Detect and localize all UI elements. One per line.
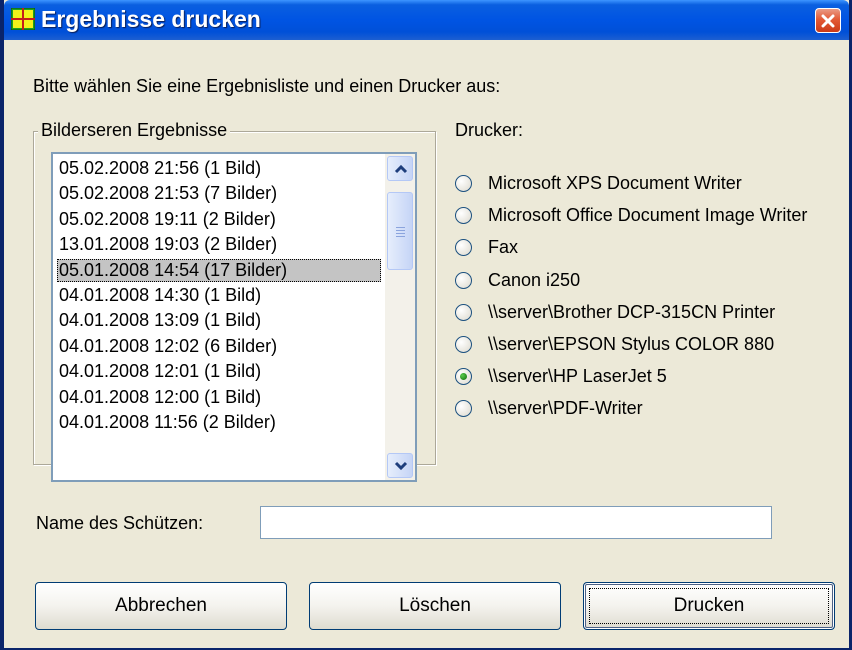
chevron-down-icon <box>394 461 408 471</box>
app-icon <box>11 8 35 30</box>
printer-option-label: \\server\HP LaserJet 5 <box>488 366 667 387</box>
printer-option[interactable]: Microsoft Office Document Image Writer <box>455 204 849 230</box>
radio-button[interactable] <box>455 303 472 321</box>
printer-option[interactable]: \\server\HP LaserJet 5 <box>455 365 849 391</box>
scroll-up-button[interactable] <box>387 156 413 181</box>
close-icon <box>821 14 835 28</box>
results-list-item[interactable]: 05.02.2008 19:11 (2 Bilder) <box>57 208 381 231</box>
printer-option-label: Canon i250 <box>488 269 581 290</box>
title-bar[interactable]: Ergebnisse drucken <box>4 0 849 40</box>
cancel-button[interactable]: Abbrechen <box>35 582 287 630</box>
printer-option[interactable]: \\server\PDF-Writer <box>455 397 849 423</box>
focus-rectangle <box>589 588 829 624</box>
chevron-up-icon <box>394 164 408 174</box>
radio-button[interactable] <box>455 368 472 386</box>
results-list-item[interactable]: 05.02.2008 21:56 (1 Bild) <box>57 157 381 180</box>
scroll-down-button[interactable] <box>387 453 413 478</box>
results-list-item[interactable]: 04.01.2008 12:00 (1 Bild) <box>57 386 381 409</box>
printer-option[interactable]: Microsoft XPS Document Writer <box>455 172 849 198</box>
delete-button[interactable]: Löschen <box>309 582 561 630</box>
shooter-name-input[interactable] <box>260 506 772 539</box>
radio-button[interactable] <box>455 271 472 289</box>
results-list-item[interactable]: 05.02.2008 21:53 (7 Bilder) <box>57 182 381 205</box>
close-button[interactable] <box>815 8 841 33</box>
printer-option[interactable]: \\server\EPSON Stylus COLOR 880 <box>455 333 849 359</box>
dialog-content: Bitte wählen Sie eine Ergebnisliste und … <box>4 40 849 648</box>
printer-option-label: \\server\PDF-Writer <box>488 398 643 419</box>
printer-label: Drucker: <box>455 120 524 140</box>
radio-button[interactable] <box>455 400 472 418</box>
printer-option-label: Microsoft XPS Document Writer <box>488 173 742 193</box>
radio-selected-dot <box>460 373 467 381</box>
radio-button[interactable] <box>455 207 472 225</box>
radio-button[interactable] <box>455 175 472 192</box>
printer-option[interactable]: \\server\Brother DCP-315CN Printer <box>455 301 849 327</box>
print-button[interactable]: Drucken <box>583 582 835 630</box>
printer-option-label: \\server\Brother DCP-315CN Printer <box>488 301 776 322</box>
results-list-item[interactable]: 13.01.2008 19:03 (2 Bilder) <box>57 233 381 256</box>
results-list-item[interactable]: 04.01.2008 14:30 (1 Bild) <box>57 284 381 307</box>
printer-option-label: Fax <box>488 237 519 258</box>
results-group-legend: Bilderseren Ergebnisse <box>38 120 231 141</box>
radio-button[interactable] <box>455 336 472 353</box>
dialog-window: Ergebnisse drucken Bitte wählen Sie eine… <box>0 0 852 650</box>
printer-option[interactable]: Canon i250 <box>455 269 849 295</box>
results-scrollbar[interactable] <box>385 154 415 480</box>
printer-option-label: \\server\EPSON Stylus COLOR 880 <box>488 334 775 354</box>
results-list-item[interactable]: 04.01.2008 12:02 (6 Bilder) <box>57 335 381 358</box>
window-title: Ergebnisse drucken <box>41 6 261 32</box>
radio-button[interactable] <box>455 239 472 257</box>
results-listbox[interactable]: 05.02.2008 21:56 (1 Bild) 05.02.2008 21:5… <box>51 152 417 482</box>
results-list-item[interactable]: 04.01.2008 11:56 (2 Bilder) <box>57 411 381 434</box>
results-list-item[interactable]: 04.01.2008 12:01 (1 Bild) <box>57 360 381 383</box>
instruction-text: Bitte wählen Sie eine Ergebnisliste und … <box>33 76 501 96</box>
printer-option-label: Microsoft Office Document Image Writer <box>488 205 808 226</box>
scroll-thumb[interactable] <box>387 192 413 270</box>
shooter-name-label: Name des Schützen: <box>36 513 204 533</box>
results-list-item[interactable]: 04.01.2008 13:09 (1 Bild) <box>57 309 381 332</box>
printer-option[interactable]: Fax <box>455 236 849 262</box>
results-list-item[interactable]: 05.01.2008 14:54 (17 Bilder) <box>57 258 381 282</box>
